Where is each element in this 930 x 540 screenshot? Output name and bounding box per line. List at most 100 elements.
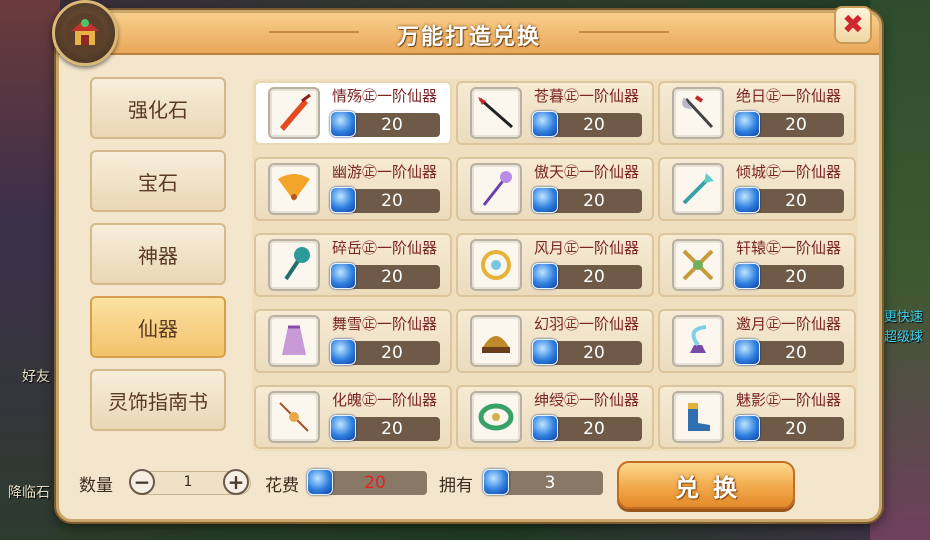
item-cost: 20	[344, 265, 440, 289]
item-name: 舞雪㊣一阶仙器	[332, 315, 438, 333]
hammer-icon	[268, 239, 320, 291]
item-cost: 20	[748, 189, 844, 213]
item-name: 风月㊣一阶仙器	[534, 239, 640, 257]
item-cost: 20	[344, 417, 440, 441]
exchange-button[interactable]: 兑换	[617, 461, 795, 509]
tab-accessory-guide[interactable]: 灵饰指南书	[90, 369, 226, 431]
item-card[interactable]: 倾城㊣一阶仙器 20	[658, 157, 856, 221]
tab-gem[interactable]: 宝石	[90, 150, 226, 212]
own-label: 拥有	[439, 476, 473, 496]
lamp-icon	[672, 315, 724, 367]
item-cost: 20	[344, 113, 440, 137]
blue-gem-icon	[307, 469, 333, 495]
sword-icon	[268, 87, 320, 139]
minus-icon: −	[133, 470, 151, 494]
tab-label: 神器	[138, 243, 178, 268]
item-cost: 20	[546, 341, 642, 365]
blue-gem-icon	[532, 187, 558, 213]
item-name: 傲天㊣一阶仙器	[534, 163, 640, 181]
staff-icon	[470, 163, 522, 215]
item-card[interactable]: 轩辕㊣一阶仙器 20	[658, 233, 856, 297]
axe-icon	[672, 87, 724, 139]
cost-label: 花费	[265, 476, 299, 496]
item-card[interactable]: 幽游㊣一阶仙器 20	[254, 157, 452, 221]
bg-fast-text: 更快速	[884, 310, 924, 325]
exchange-dialog: 万能打造兑换 强化石 宝石 神器 仙器 灵饰指南书 情殇㊣一阶仙器 20 苍暮㊣一阶…	[56, 10, 882, 522]
quantity-label: 数量	[79, 476, 113, 496]
pagoda-emblem-icon	[52, 0, 118, 66]
item-name: 幻羽㊣一阶仙器	[534, 315, 640, 333]
claw-icon	[672, 163, 724, 215]
close-icon: ✖	[842, 10, 864, 40]
tab-strengthen-stone[interactable]: 强化石	[90, 77, 226, 139]
item-card[interactable]: 邀月㊣一阶仙器 20	[658, 309, 856, 373]
plus-icon: +	[227, 470, 245, 494]
item-name: 碎岳㊣一阶仙器	[332, 239, 438, 257]
item-name: 绅绶㊣一阶仙器	[534, 391, 640, 409]
bg-stone-text: 降临石	[8, 485, 50, 501]
blue-gem-icon	[734, 187, 760, 213]
item-name: 苍暮㊣一阶仙器	[534, 87, 640, 105]
background-left	[0, 0, 60, 540]
quantity-value[interactable]: 1	[163, 474, 213, 490]
plus-button[interactable]: +	[223, 469, 249, 495]
item-cost: 20	[546, 189, 642, 213]
item-card[interactable]: 绅绶㊣一阶仙器 20	[456, 385, 654, 449]
cross-blade-icon	[672, 239, 724, 291]
item-cost: 20	[748, 113, 844, 137]
item-cost: 20	[748, 417, 844, 441]
item-cost: 20	[748, 341, 844, 365]
tab-artifact[interactable]: 神器	[90, 223, 226, 285]
boots-icon	[672, 391, 724, 443]
item-card[interactable]: 魅影㊣一阶仙器 20	[658, 385, 856, 449]
item-card[interactable]: 幻羽㊣一阶仙器 20	[456, 309, 654, 373]
item-cost: 20	[344, 341, 440, 365]
bg-friends-text: 好友	[22, 369, 50, 385]
minus-button[interactable]: −	[129, 469, 155, 495]
item-card[interactable]: 化魄㊣一阶仙器 20	[254, 385, 452, 449]
item-name: 绝日㊣一阶仙器	[736, 87, 842, 105]
tab-label: 强化石	[128, 97, 188, 122]
item-cost: 20	[546, 417, 642, 441]
blue-gem-icon	[532, 415, 558, 441]
item-name: 幽游㊣一阶仙器	[332, 163, 438, 181]
item-name: 倾城㊣一阶仙器	[736, 163, 842, 181]
own-value: 3	[544, 473, 556, 493]
item-cost: 20	[546, 113, 642, 137]
item-card[interactable]: 绝日㊣一阶仙器 20	[658, 81, 856, 145]
cost-value-bar: 20	[323, 471, 427, 495]
item-name: 化魄㊣一阶仙器	[332, 391, 438, 409]
tab-label: 宝石	[138, 170, 178, 195]
item-card[interactable]: 情殇㊣一阶仙器 20	[254, 81, 452, 145]
blue-gem-icon	[330, 339, 356, 365]
item-card[interactable]: 傲天㊣一阶仙器 20	[456, 157, 654, 221]
blue-gem-icon	[532, 339, 558, 365]
bg-super-text: 超级球	[884, 330, 924, 345]
tab-immortal-weapon[interactable]: 仙器	[90, 296, 226, 358]
item-card[interactable]: 风月㊣一阶仙器 20	[456, 233, 654, 297]
item-cost: 20	[748, 265, 844, 289]
own-value-bar: 3	[497, 471, 603, 495]
item-card[interactable]: 碎岳㊣一阶仙器 20	[254, 233, 452, 297]
belt-icon	[470, 391, 522, 443]
close-button[interactable]: ✖	[834, 6, 872, 44]
exchange-label: 兑换	[675, 473, 751, 502]
blue-gem-icon	[483, 469, 509, 495]
blue-gem-icon	[734, 415, 760, 441]
blue-gem-icon	[330, 415, 356, 441]
item-grid: 情殇㊣一阶仙器 20 苍暮㊣一阶仙器 20 绝日㊣一阶仙器 20 幽游㊣一阶仙器 20 傲天㊣一…	[252, 79, 858, 451]
item-card[interactable]: 苍暮㊣一阶仙器 20	[456, 81, 654, 145]
blue-gem-icon	[734, 111, 760, 137]
item-name: 魅影㊣一阶仙器	[736, 391, 842, 409]
item-name: 邀月㊣一阶仙器	[736, 315, 842, 333]
spear-icon	[470, 87, 522, 139]
helmet-icon	[470, 315, 522, 367]
item-cost: 20	[546, 265, 642, 289]
blue-gem-icon	[330, 187, 356, 213]
blue-gem-icon	[734, 339, 760, 365]
item-card[interactable]: 舞雪㊣一阶仙器 20	[254, 309, 452, 373]
dress-icon	[268, 315, 320, 367]
dialog-title: 万能打造兑换	[396, 25, 541, 50]
cost-value: 20	[364, 473, 386, 493]
item-name: 轩辕㊣一阶仙器	[736, 239, 842, 257]
